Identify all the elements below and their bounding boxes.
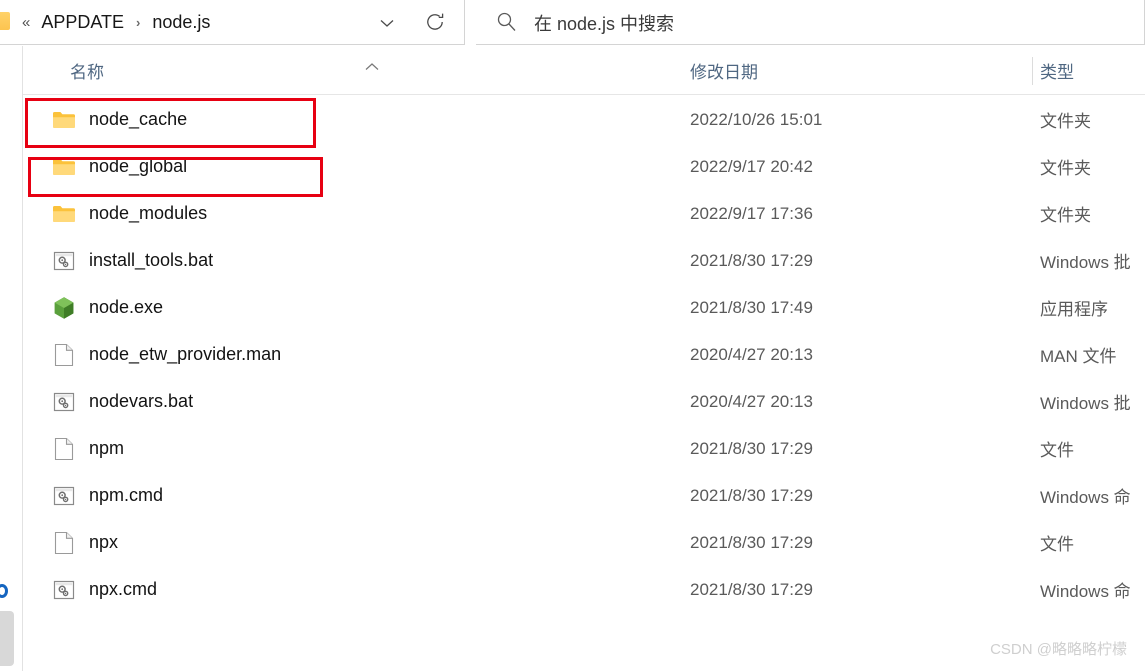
file-name-cell[interactable]: node.exe [23, 284, 163, 331]
file-name-cell[interactable]: npm.cmd [23, 472, 163, 519]
file-name-cell[interactable]: npx.cmd [23, 566, 157, 613]
folder-icon [51, 154, 77, 180]
file-date-cell: 2020/4/27 20:13 [690, 344, 813, 364]
column-header-type[interactable]: 类型 [1040, 46, 1074, 95]
bat-file-icon [51, 248, 77, 274]
file-name-label: npx.cmd [89, 579, 158, 599]
refresh-icon[interactable] [424, 11, 446, 33]
file-type-cell: 应用程序 [1040, 300, 1108, 319]
sidebar-scrollbar-thumb[interactable] [0, 611, 14, 666]
search-input[interactable]: 在 node.js 中搜索 [534, 0, 674, 45]
file-type-cell: 文件夹 [1040, 159, 1091, 178]
file-date-cell: 2021/8/30 17:29 [690, 579, 813, 599]
address-bar[interactable]: « APPDATE › node.js [0, 0, 465, 45]
column-divider[interactable] [1032, 57, 1033, 85]
file-row[interactable]: npm.cmd 2021/8/30 17:29 Windows 命 [23, 472, 1145, 519]
bat-file-icon [51, 389, 77, 415]
navigation-pane-clipped[interactable]: al [0, 46, 22, 671]
bat-file-icon [51, 483, 77, 509]
file-row[interactable]: npm 2021/8/30 17:29 文件 [23, 425, 1145, 472]
file-name-label: npx [89, 532, 119, 552]
file-name-label: install_tools.bat [89, 250, 214, 270]
file-row[interactable]: nodevars.bat 2020/4/27 20:13 Windows 批 [23, 378, 1145, 425]
file-type-cell: 文件 [1040, 441, 1074, 460]
file-name-label: node_etw_provider.man [89, 344, 282, 364]
address-bar-folder-icon [0, 12, 10, 30]
file-date-cell: 2022/9/17 20:42 [690, 156, 813, 176]
column-header-type-label: 类型 [1040, 63, 1074, 82]
breadcrumb: « APPDATE › node.js [22, 0, 213, 45]
sidebar-drive-icon [0, 584, 8, 598]
file-name-label: npm.cmd [89, 485, 164, 505]
file-name-cell[interactable]: node_global [23, 143, 187, 190]
file-type-cell: Windows 命 [1040, 582, 1131, 601]
blank-file-icon [51, 342, 77, 368]
file-row[interactable]: node.exe 2021/8/30 17:49 应用程序 [23, 284, 1145, 331]
breadcrumb-item-appdate[interactable]: APPDATE [38, 10, 127, 35]
file-type-cell: 文件 [1040, 535, 1074, 554]
file-name-cell[interactable]: npm [23, 425, 124, 472]
file-type-cell: Windows 批 [1040, 253, 1131, 272]
file-name-label: node_cache [89, 109, 188, 129]
bat-file-icon [51, 577, 77, 603]
file-date-cell: 2021/8/30 17:29 [690, 485, 813, 505]
file-name-cell[interactable]: node_cache [23, 96, 187, 143]
file-row[interactable]: npx.cmd 2021/8/30 17:29 Windows 命 [23, 566, 1145, 613]
file-name-label: nodevars.bat [89, 391, 194, 411]
file-name-label: node.exe [89, 297, 164, 317]
file-date-cell: 2022/9/17 17:36 [690, 203, 813, 223]
file-type-cell: 文件夹 [1040, 112, 1091, 131]
file-type-cell: 文件夹 [1040, 206, 1091, 225]
explorer-toolbar: « APPDATE › node.js 在 node.js 中搜索 [0, 0, 1145, 45]
file-name-cell[interactable]: nodevars.bat [23, 378, 193, 425]
file-date-cell: 2020/4/27 20:13 [690, 391, 813, 411]
file-list[interactable]: node_cache 2022/10/26 15:01 文件夹 node_global… [23, 96, 1145, 636]
file-row[interactable]: node_etw_provider.man 2020/4/27 20:13 MAN … [23, 331, 1145, 378]
file-explorer-window: « APPDATE › node.js 在 node.js 中搜索 名称 修改日… [0, 0, 1145, 671]
file-type-cell: Windows 命 [1040, 488, 1131, 507]
file-name-label: npm [89, 438, 125, 458]
file-date-cell: 2021/8/30 17:29 [690, 532, 813, 552]
file-row[interactable]: node_modules 2022/9/17 17:36 文件夹 [23, 190, 1145, 237]
column-header-date-label: 修改日期 [690, 63, 758, 82]
column-header-name[interactable]: 名称 [70, 46, 104, 95]
file-row[interactable]: install_tools.bat 2021/8/30 17:29 Windows … [23, 237, 1145, 284]
search-box[interactable]: 在 node.js 中搜索 [476, 0, 1145, 45]
breadcrumb-separator-icon[interactable]: › [127, 15, 149, 30]
breadcrumb-overflow-icon[interactable]: « [22, 14, 38, 31]
file-name-cell[interactable]: install_tools.bat [23, 237, 213, 284]
watermark: CSDN @略略略柠檬 [990, 641, 1127, 658]
breadcrumb-item-nodejs[interactable]: node.js [149, 10, 213, 35]
file-row[interactable]: node_cache 2022/10/26 15:01 文件夹 [23, 96, 1145, 143]
file-row[interactable]: node_global 2022/9/17 20:42 文件夹 [23, 143, 1145, 190]
caret-up-icon [363, 60, 381, 72]
column-header-date-modified[interactable]: 修改日期 [690, 46, 758, 95]
folder-icon [51, 107, 77, 133]
search-icon [496, 11, 517, 32]
folder-icon [51, 201, 77, 227]
file-date-cell: 2021/8/30 17:29 [690, 250, 813, 270]
file-name-cell[interactable]: node_etw_provider.man [23, 331, 281, 378]
file-name-label: node_global [89, 156, 188, 176]
file-name-cell[interactable]: node_modules [23, 190, 207, 237]
file-date-cell: 2021/8/30 17:49 [690, 297, 813, 317]
chevron-down-icon[interactable] [378, 14, 396, 32]
column-header-name-label: 名称 [70, 63, 104, 82]
blank-file-icon [51, 530, 77, 556]
node-exe-icon [51, 295, 77, 321]
file-date-cell: 2022/10/26 15:01 [690, 109, 823, 129]
column-header-row: 名称 修改日期 类型 [23, 46, 1145, 95]
file-name-label: node_modules [89, 203, 208, 223]
file-row[interactable]: npx 2021/8/30 17:29 文件 [23, 519, 1145, 566]
file-date-cell: 2021/8/30 17:29 [690, 438, 813, 458]
blank-file-icon [51, 436, 77, 462]
file-type-cell: MAN 文件 [1040, 347, 1117, 366]
file-name-cell[interactable]: npx [23, 519, 118, 566]
file-type-cell: Windows 批 [1040, 394, 1131, 413]
